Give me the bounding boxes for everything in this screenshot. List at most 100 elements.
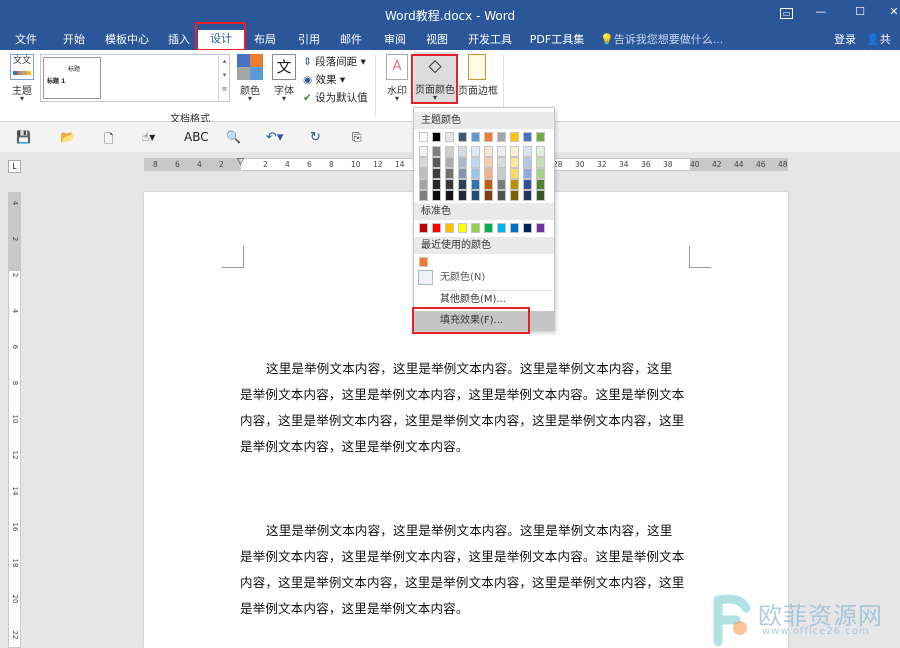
theme-color-swatch[interactable] [484, 132, 493, 142]
fonts-icon[interactable]: 文 [272, 54, 296, 80]
theme-shade-swatch[interactable] [432, 157, 441, 168]
theme-shade-swatch[interactable] [471, 168, 480, 179]
standard-color-swatch[interactable] [497, 223, 506, 233]
standard-color-swatch[interactable] [536, 223, 545, 233]
no-color-item[interactable]: 无颜色(N) [414, 268, 554, 288]
theme-shade-swatch[interactable] [497, 168, 506, 179]
theme-shade-swatch[interactable] [523, 179, 532, 190]
theme-shade-swatch[interactable] [419, 146, 428, 157]
theme-shade-swatch[interactable] [523, 146, 532, 157]
body-paragraph[interactable]: 这里是举例文本内容，这里是举例文本内容。这里是举例文本内容，这里是举例文本内容，… [240, 356, 685, 460]
standard-color-swatch[interactable] [471, 223, 480, 233]
close-icon[interactable]: ✕ [886, 4, 900, 20]
theme-shade-swatch[interactable] [484, 146, 493, 157]
screenshot-icon[interactable]: ⎘ [352, 130, 366, 144]
recent-color-swatch[interactable] [419, 257, 428, 267]
tab-selector[interactable]: L [8, 160, 21, 173]
save-icon[interactable]: 💾 [16, 130, 31, 144]
standard-color-swatch[interactable] [484, 223, 493, 233]
theme-shade-swatch[interactable] [458, 190, 467, 201]
vertical-ruler[interactable]: 4 2 2 4 6 8 10 12 14 16 18 20 22 [8, 192, 21, 648]
tab-layout[interactable]: 布局 [248, 31, 282, 50]
maximize-icon[interactable]: ☐ [852, 4, 868, 20]
body-paragraph[interactable]: 这里是举例文本内容，这里是举例文本内容。这里是举例文本内容，这里是举例文本内容，… [240, 518, 685, 622]
theme-shade-swatch[interactable] [445, 168, 454, 179]
theme-shade-swatch[interactable] [419, 179, 428, 190]
indent-marker-icon[interactable]: ▽ [237, 157, 244, 167]
theme-shade-swatch[interactable] [536, 157, 545, 168]
theme-shade-swatch[interactable] [445, 146, 454, 157]
style-set-preview[interactable]: 标题 标题 1 [43, 57, 101, 99]
theme-shade-swatch[interactable] [497, 146, 506, 157]
theme-shade-swatch[interactable] [419, 190, 428, 201]
tell-me-search[interactable]: 💡告诉我您想要做什么... [600, 31, 723, 47]
theme-shade-swatch[interactable] [497, 157, 506, 168]
set-as-default-button[interactable]: ✔ 设为默认值 [303, 90, 368, 105]
tab-home[interactable]: 开始 [56, 31, 92, 50]
tab-template-center[interactable]: 模板中心 [102, 31, 152, 50]
theme-color-swatch[interactable] [471, 132, 480, 142]
standard-color-swatch[interactable] [445, 223, 454, 233]
standard-color-swatch[interactable] [432, 223, 441, 233]
theme-shade-swatch[interactable] [510, 190, 519, 201]
standard-color-swatch[interactable] [458, 223, 467, 233]
theme-shade-swatch[interactable] [536, 190, 545, 201]
minimize-icon[interactable]: — [813, 4, 829, 20]
theme-color-swatch[interactable] [458, 132, 467, 142]
login-button[interactable]: 登录 [834, 31, 856, 47]
theme-shade-swatch[interactable] [445, 190, 454, 201]
theme-shade-swatch[interactable] [471, 146, 480, 157]
theme-shade-swatch[interactable] [445, 157, 454, 168]
theme-shade-swatch[interactable] [523, 168, 532, 179]
theme-shade-swatch[interactable] [419, 168, 428, 179]
theme-shade-swatch[interactable] [458, 157, 467, 168]
theme-shade-swatch[interactable] [458, 168, 467, 179]
theme-shade-swatch[interactable] [419, 157, 428, 168]
theme-color-swatch[interactable] [510, 132, 519, 142]
standard-color-swatch[interactable] [523, 223, 532, 233]
theme-shade-swatch[interactable] [536, 168, 545, 179]
theme-shade-swatch[interactable] [536, 179, 545, 190]
undo-icon[interactable]: ↶▾ [266, 130, 292, 145]
theme-shade-swatch[interactable] [523, 190, 532, 201]
theme-shade-swatch[interactable] [510, 157, 519, 168]
tab-insert[interactable]: 插入 [162, 31, 196, 50]
effects-button[interactable]: ◉ 效果 ▾ [303, 72, 345, 87]
tab-developer[interactable]: 开发工具 [462, 31, 518, 50]
theme-color-swatch[interactable] [497, 132, 506, 142]
theme-color-swatch[interactable] [523, 132, 532, 142]
theme-color-swatch[interactable] [445, 132, 454, 142]
theme-shade-swatch[interactable] [536, 146, 545, 157]
theme-shade-swatch[interactable] [497, 179, 506, 190]
theme-shade-swatch[interactable] [484, 157, 493, 168]
gallery-scroll[interactable]: ▴ ▾ ≡ [218, 54, 230, 102]
theme-shade-swatch[interactable] [510, 146, 519, 157]
theme-color-swatch[interactable] [419, 132, 428, 142]
colors-icon[interactable] [237, 54, 263, 80]
tab-review[interactable]: 审阅 [378, 31, 412, 50]
theme-shade-swatch[interactable] [432, 168, 441, 179]
theme-shade-swatch[interactable] [432, 146, 441, 157]
themes-button[interactable]: 文文 [10, 54, 34, 80]
tab-view[interactable]: 视图 [420, 31, 454, 50]
print-preview-icon[interactable]: 🔍 [226, 130, 241, 144]
theme-shade-swatch[interactable] [432, 190, 441, 201]
theme-shade-swatch[interactable] [484, 179, 493, 190]
redo-icon[interactable]: ↻ [310, 130, 324, 145]
theme-shade-swatch[interactable] [471, 157, 480, 168]
theme-color-swatch[interactable] [432, 132, 441, 142]
theme-shade-swatch[interactable] [471, 179, 480, 190]
theme-shade-swatch[interactable] [510, 168, 519, 179]
page-borders-icon[interactable] [468, 54, 486, 80]
theme-shade-swatch[interactable] [432, 179, 441, 190]
theme-color-swatch[interactable] [536, 132, 545, 142]
new-document-icon[interactable]: 🗋 [104, 130, 118, 146]
watermark-icon[interactable]: A [386, 54, 408, 80]
open-folder-icon[interactable]: 📂 [60, 130, 75, 144]
tab-pdf-tools[interactable]: PDF工具集 [526, 31, 588, 50]
standard-color-swatch[interactable] [419, 223, 428, 233]
theme-shade-swatch[interactable] [484, 190, 493, 201]
theme-shade-swatch[interactable] [458, 146, 467, 157]
standard-color-swatch[interactable] [510, 223, 519, 233]
ribbon-display-options-icon[interactable]: ▭ [780, 8, 793, 19]
